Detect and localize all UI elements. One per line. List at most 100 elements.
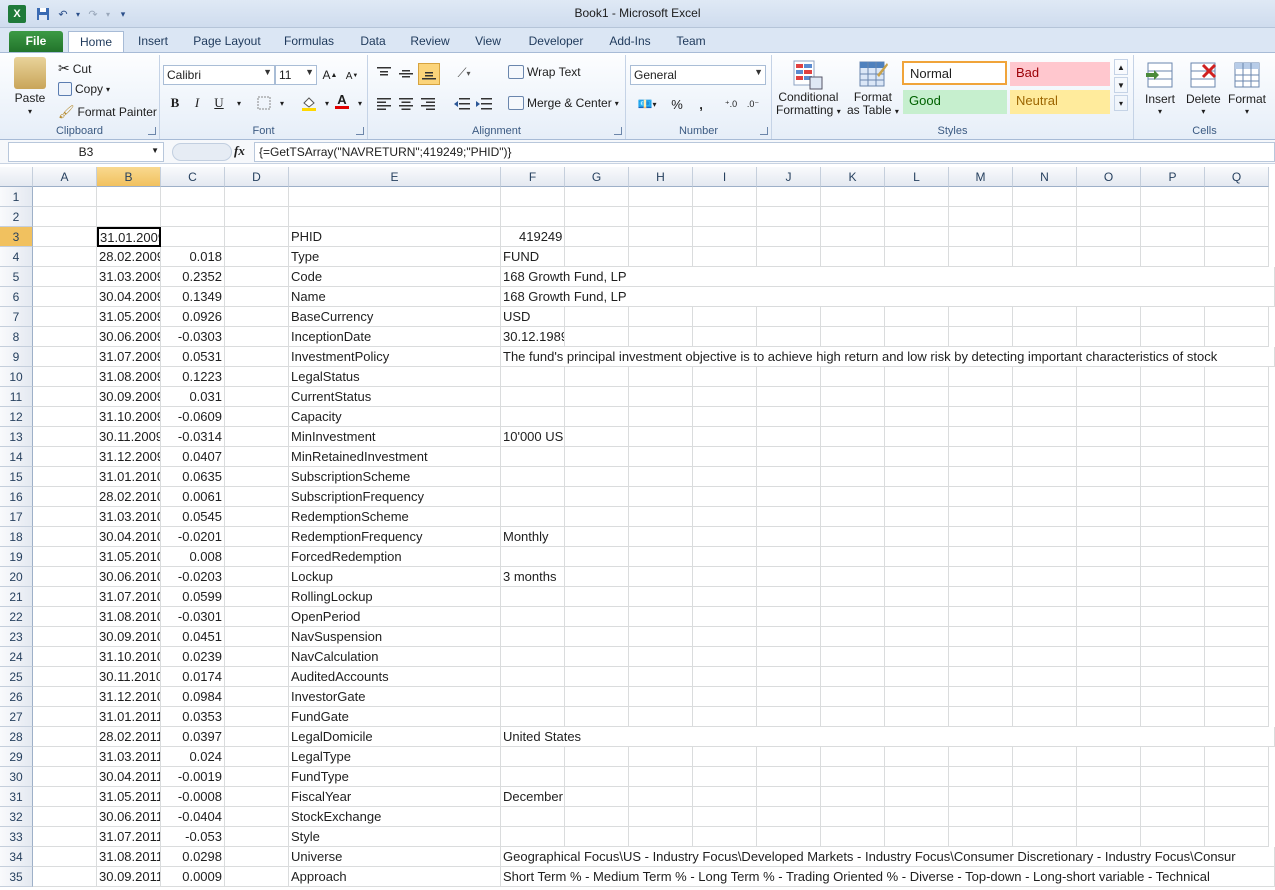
cell-e1[interactable] [289, 187, 501, 207]
cell-c21[interactable]: 0.0599 [161, 587, 225, 607]
style-normal[interactable]: Normal [902, 61, 1007, 85]
cell-a6[interactable] [33, 287, 97, 307]
column-header-q[interactable]: Q [1205, 167, 1269, 187]
column-header-n[interactable]: N [1013, 167, 1077, 187]
cell-o17[interactable] [1077, 507, 1141, 527]
cell-m7[interactable] [949, 307, 1013, 327]
cell-d23[interactable] [225, 627, 289, 647]
cell-f7[interactable]: USD [501, 307, 565, 327]
cell-h19[interactable] [629, 547, 693, 567]
cell-f30[interactable] [501, 767, 565, 787]
cell-a29[interactable] [33, 747, 97, 767]
row-header-5[interactable]: 5 [0, 267, 33, 287]
row-header-6[interactable]: 6 [0, 287, 33, 307]
cell-b12[interactable]: 31.10.2009 [97, 407, 161, 427]
cell-o19[interactable] [1077, 547, 1141, 567]
cell-l23[interactable] [885, 627, 949, 647]
cell-c27[interactable]: 0.0353 [161, 707, 225, 727]
cell-i15[interactable] [693, 467, 757, 487]
cell-q23[interactable] [1205, 627, 1269, 647]
paste-button[interactable]: Paste ▾ [14, 57, 46, 116]
cell-p19[interactable] [1141, 547, 1205, 567]
row-header-4[interactable]: 4 [0, 247, 33, 267]
row-header-30[interactable]: 30 [0, 767, 33, 787]
cell-j4[interactable] [757, 247, 821, 267]
cell-f3[interactable]: 419249 [501, 227, 565, 247]
cell-l15[interactable] [885, 467, 949, 487]
cell-p30[interactable] [1141, 767, 1205, 787]
cell-h16[interactable] [629, 487, 693, 507]
cell-c5[interactable]: 0.2352 [161, 267, 225, 287]
cell-g11[interactable] [565, 387, 629, 407]
style-neutral[interactable]: Neutral [1010, 90, 1110, 114]
cell-n7[interactable] [1013, 307, 1077, 327]
cell-j12[interactable] [757, 407, 821, 427]
cell-o8[interactable] [1077, 327, 1141, 347]
cell-i20[interactable] [693, 567, 757, 587]
cell-g10[interactable] [565, 367, 629, 387]
column-header-d[interactable]: D [225, 167, 289, 187]
cell-k22[interactable] [821, 607, 885, 627]
cell-f15[interactable] [501, 467, 565, 487]
cell-c24[interactable]: 0.0239 [161, 647, 225, 667]
cell-f11[interactable] [501, 387, 565, 407]
cell-e7[interactable]: BaseCurrency [289, 307, 501, 327]
cell-b35[interactable]: 30.09.2011 [97, 867, 161, 887]
cell-g14[interactable] [565, 447, 629, 467]
cell-c23[interactable]: 0.0451 [161, 627, 225, 647]
underline-dropdown-icon[interactable]: ▾ [229, 93, 249, 113]
cell-b16[interactable]: 28.02.2010 [97, 487, 161, 507]
cell-h23[interactable] [629, 627, 693, 647]
cell-q29[interactable] [1205, 747, 1269, 767]
cell-p25[interactable] [1141, 667, 1205, 687]
cell-m22[interactable] [949, 607, 1013, 627]
cell-c20[interactable]: -0.0203 [161, 567, 225, 587]
cell-g3[interactable] [565, 227, 629, 247]
cell-l22[interactable] [885, 607, 949, 627]
cell-n16[interactable] [1013, 487, 1077, 507]
cell-m8[interactable] [949, 327, 1013, 347]
row-header-21[interactable]: 21 [0, 587, 33, 607]
cell-a14[interactable] [33, 447, 97, 467]
cell-c8[interactable]: -0.0303 [161, 327, 225, 347]
row-header-2[interactable]: 2 [0, 207, 33, 227]
cell-j19[interactable] [757, 547, 821, 567]
cell-d16[interactable] [225, 487, 289, 507]
cell-h32[interactable] [629, 807, 693, 827]
font-name-select[interactable]: Calibri ▼ [163, 65, 275, 85]
cell-e21[interactable]: RollingLockup [289, 587, 501, 607]
cell-a21[interactable] [33, 587, 97, 607]
row-header-8[interactable]: 8 [0, 327, 33, 347]
cell-j8[interactable] [757, 327, 821, 347]
cell-m27[interactable] [949, 707, 1013, 727]
tab-insert[interactable]: Insert [130, 31, 176, 52]
cell-l11[interactable] [885, 387, 949, 407]
cell-k13[interactable] [821, 427, 885, 447]
cell-k15[interactable] [821, 467, 885, 487]
cell-c4[interactable]: 0.018 [161, 247, 225, 267]
increase-decimal-button[interactable]: ⁺.0 [721, 94, 741, 114]
cell-h4[interactable] [629, 247, 693, 267]
cell-d11[interactable] [225, 387, 289, 407]
cell-q17[interactable] [1205, 507, 1269, 527]
cell-q7[interactable] [1205, 307, 1269, 327]
cell-l2[interactable] [885, 207, 949, 227]
cell-f9[interactable]: The fund's principal investment objectiv… [501, 347, 1275, 367]
cell-m20[interactable] [949, 567, 1013, 587]
cell-p3[interactable] [1141, 227, 1205, 247]
cell-a11[interactable] [33, 387, 97, 407]
cell-p1[interactable] [1141, 187, 1205, 207]
cell-n10[interactable] [1013, 367, 1077, 387]
row-header-26[interactable]: 26 [0, 687, 33, 707]
cell-q26[interactable] [1205, 687, 1269, 707]
cell-c6[interactable]: 0.1349 [161, 287, 225, 307]
font-color-dropdown-icon[interactable]: ▾ [350, 93, 370, 113]
cell-f14[interactable] [501, 447, 565, 467]
cell-i21[interactable] [693, 587, 757, 607]
cell-j14[interactable] [757, 447, 821, 467]
cell-e28[interactable]: LegalDomicile [289, 727, 501, 747]
cell-e8[interactable]: InceptionDate [289, 327, 501, 347]
cell-m19[interactable] [949, 547, 1013, 567]
cell-p18[interactable] [1141, 527, 1205, 547]
cell-m16[interactable] [949, 487, 1013, 507]
